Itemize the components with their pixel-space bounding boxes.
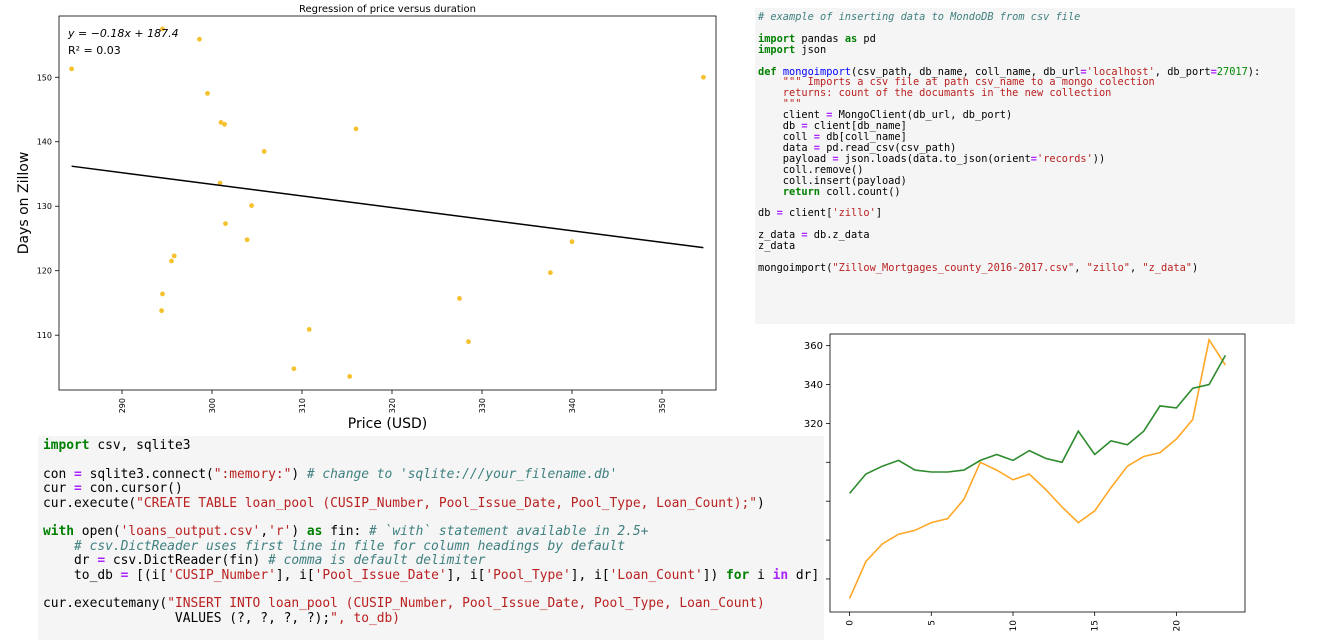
mongo-code-line: import pandas as pd (758, 32, 876, 45)
sqlite-code-line: VALUES (?, ?, ?, ?);", to_db) (43, 610, 401, 626)
x-tick-label: 0 (846, 620, 856, 626)
y-axis-label: Days on Zillow (16, 152, 32, 255)
x-tick-label: 340 (568, 398, 577, 413)
x-tick-label: 15 (1091, 620, 1101, 631)
x-tick-label: 320 (388, 398, 397, 413)
sqlite-code-line: dr = csv.DictReader(fin) # comma is defa… (43, 553, 486, 569)
sqlite-code-block: import csv, sqlite3 con = sqlite3.connec… (38, 436, 824, 626)
mongo-code-line: db = client['zillo'] (758, 207, 883, 220)
scatter-point (249, 203, 255, 208)
sqlite-code-line (43, 453, 824, 467)
scatter-point (466, 339, 471, 345)
plot-frame (829, 333, 1246, 613)
x-tick-label: 330 (478, 398, 487, 413)
sqlite-code-line: # csv.DictReader uses first line in file… (74, 538, 626, 554)
scatter-point (169, 258, 174, 264)
mongo-code-line: z_data = db.z_data (758, 229, 870, 242)
r-squared-annotation: R² = 0.03 (68, 44, 121, 57)
scatter-chart: Regression of price versus duration 290 30… (16, 4, 717, 432)
scatter-point (160, 291, 165, 297)
mongo-code-line: z_data (758, 240, 796, 253)
scatter-point (701, 74, 706, 80)
regression-line (71, 165, 704, 249)
mongo-code-cell: # example of inserting data to MondoDB f… (755, 8, 1295, 324)
y-tick-label: 140 (37, 138, 52, 147)
chart-title: Regression of price versus duration (299, 4, 476, 15)
mongo-code-line: mongoimport("Zillow_Mortgages_county_201… (758, 261, 1199, 274)
y-tick-label: 360 (804, 341, 823, 352)
scatter-point (223, 221, 228, 227)
scatter-point (69, 66, 74, 72)
sqlite-code-line: import csv, sqlite3 (43, 438, 191, 453)
x-tick-label: 300 (208, 398, 217, 413)
y-tick-label: 120 (37, 267, 52, 276)
y-tick-label: 320 (804, 419, 823, 430)
mongo-code-line: # example of inserting data to MondoDB f… (758, 11, 1081, 23)
scatter-point (171, 253, 177, 259)
x-tick-label: 310 (298, 398, 307, 413)
mongo-code-line: import json (758, 43, 827, 56)
sqlite-code-line: cur.execute("CREATE TABLE loan_pool (CUS… (43, 495, 765, 511)
sqlite-code-line: cur.executemany("INSERT INTO loan_pool (… (43, 596, 765, 612)
scatter-point (457, 296, 462, 301)
sqlite-code-line (43, 511, 824, 525)
y-tick-label: 130 (37, 202, 52, 211)
line-series-green (848, 355, 1227, 494)
scatter-point (205, 90, 210, 96)
sqlite-code-line: with open('loans_output.csv','r') as fin… (43, 524, 649, 540)
sqlite-code-line: to_db = [(i['CUSIP_Number'], i['Pool_Iss… (43, 567, 820, 583)
x-tick-label: 290 (118, 398, 127, 413)
scatter-point (222, 121, 228, 127)
scatter-point (353, 126, 359, 132)
plot-frame (58, 15, 717, 391)
mongo-code-line: coll.remove() (758, 163, 864, 176)
scatter-point (347, 374, 353, 379)
scatter-point (569, 239, 575, 245)
y-tick-label: 150 (37, 73, 52, 82)
mongo-code-line: return coll.count() (782, 185, 901, 198)
y-tick-label: 340 (804, 380, 823, 391)
sqlite-code-line: cur = con.cursor() (43, 481, 183, 497)
x-tick-label: 350 (658, 398, 667, 413)
scatter-point (197, 36, 202, 42)
scatter-point (548, 270, 553, 276)
sqlite-code-cell: import csv, sqlite3 con = sqlite3.connec… (38, 436, 824, 640)
x-tick-label: 10 (1009, 620, 1019, 632)
scatter-point (291, 366, 297, 372)
scatter-point (159, 308, 165, 314)
mongo-code-line: returns: count of the documants in the n… (758, 87, 1112, 100)
scatter-point (306, 326, 312, 332)
scatter-point (244, 237, 250, 243)
x-tick-label: 5 (927, 620, 937, 626)
x-axis-label: Price (USD) (348, 416, 427, 432)
y-tick-label: 110 (37, 331, 52, 340)
equation-annotation: y = −0.18x + 187.4 (67, 27, 179, 40)
sqlite-code-line (43, 583, 824, 597)
mongo-code-line: coll.insert(payload) (758, 174, 907, 187)
line-series-orange (848, 337, 1227, 599)
sqlite-code-line: con = sqlite3.connect(":memory:") # chan… (43, 466, 618, 482)
scatter-point (261, 149, 267, 154)
x-tick-label: 20 (1172, 620, 1182, 632)
mongo-code-block: # example of inserting data to MondoDB f… (755, 8, 1295, 274)
